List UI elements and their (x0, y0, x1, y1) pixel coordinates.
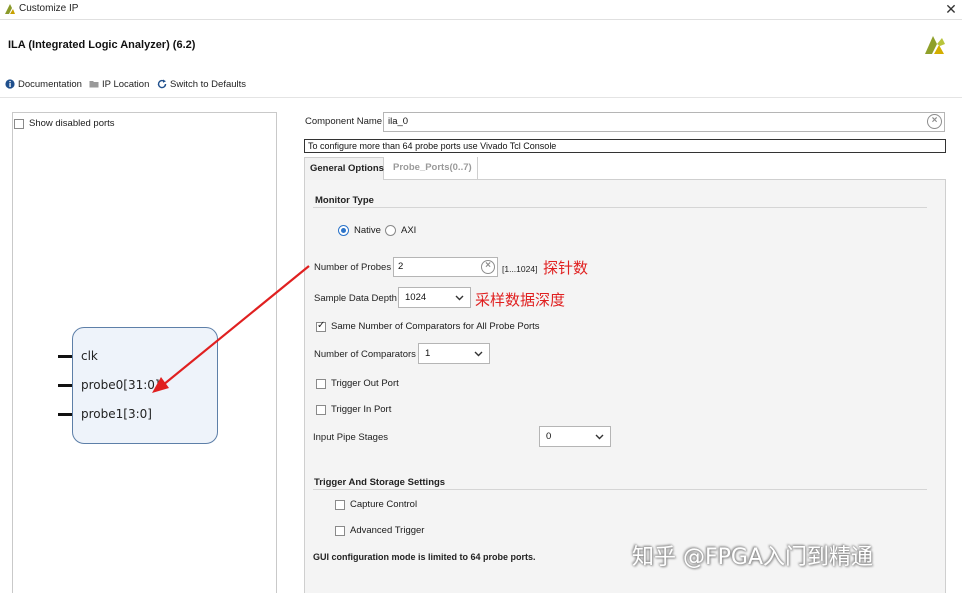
vivado-logo-icon (925, 36, 945, 54)
trigger-in-checkbox[interactable] (316, 404, 326, 415)
monitor-native-option[interactable]: Native (338, 225, 381, 236)
axi-label: AXI (401, 225, 417, 236)
ip-location-label: IP Location (102, 78, 150, 90)
input-pipe-value: 0 (546, 431, 552, 442)
num-comparators-label: Number of Comparators (314, 349, 416, 360)
watermark: 知乎 @FPGA入门到精通 (632, 545, 874, 570)
num-comparators-select[interactable]: 1 (418, 343, 490, 364)
clear-icon[interactable]: × (481, 260, 495, 274)
number-of-probes-label: Number of Probes (314, 262, 392, 273)
same-comparators-label: Same Number of Comparators for All Probe… (331, 321, 540, 332)
num-comparators-value: 1 (425, 348, 431, 359)
native-label: Native (354, 225, 381, 236)
monitor-type-title: Monitor Type (315, 195, 374, 206)
ip-title: ILA (Integrated Logic Analyzer) (6.2) (8, 39, 196, 51)
native-radio[interactable] (338, 225, 349, 236)
folder-icon (89, 81, 99, 88)
tab-probe-ports[interactable]: Probe_Ports(0..7) (388, 157, 478, 180)
depth-annotation: 采样数据深度 (475, 291, 566, 309)
input-pipe-label: Input Pipe Stages (313, 432, 388, 443)
pin-label-clk: clk (81, 349, 98, 363)
show-disabled-ports-checkbox[interactable] (14, 118, 24, 129)
refresh-icon (157, 79, 167, 89)
same-comparators-checkbox[interactable] (316, 320, 326, 332)
probes-range-hint: [1...1024] (502, 264, 538, 274)
switch-defaults-button[interactable]: Switch to Defaults (157, 77, 246, 91)
chevron-down-icon (474, 351, 483, 357)
trigger-in-label: Trigger In Port (331, 404, 392, 415)
close-button[interactable]: ✕ (942, 1, 960, 17)
same-comparators-option[interactable]: Same Number of Comparators for All Probe… (316, 320, 540, 332)
trigger-in-option[interactable]: Trigger In Port (316, 404, 391, 415)
tab-general-options[interactable]: General Options (304, 157, 384, 180)
section-divider (313, 207, 927, 208)
pin-stub (58, 413, 72, 416)
show-disabled-ports-option[interactable]: Show disabled ports (14, 118, 115, 129)
axi-radio[interactable] (385, 225, 396, 236)
advanced-trigger-label: Advanced Trigger (350, 525, 425, 536)
sample-depth-select[interactable]: 1024 (398, 287, 471, 308)
pin-label-probe0: probe0[31:0] (81, 378, 160, 392)
trigger-out-checkbox[interactable] (316, 378, 326, 389)
switch-defaults-label: Switch to Defaults (170, 78, 247, 90)
pin-label-probe1: probe1[3:0] (81, 407, 152, 421)
advanced-trigger-checkbox[interactable] (335, 525, 345, 536)
show-disabled-ports-label: Show disabled ports (29, 118, 115, 129)
component-name-label: Component Name (305, 116, 383, 127)
documentation-label: Documentation (18, 78, 82, 90)
capture-control-option[interactable]: Capture Control (335, 499, 417, 510)
section-divider (313, 489, 927, 490)
documentation-button[interactable]: Documentation (5, 77, 82, 91)
capture-control-label: Capture Control (350, 499, 418, 510)
input-pipe-select[interactable]: 0 (539, 426, 611, 447)
pin-stub (58, 355, 72, 358)
sample-depth-value: 1024 (405, 292, 427, 303)
vivado-app-icon (5, 4, 15, 14)
trigger-storage-title: Trigger And Storage Settings (314, 477, 446, 488)
chevron-down-icon (595, 434, 604, 440)
info-icon (5, 79, 15, 89)
chevron-down-icon (455, 295, 464, 301)
pin-stub (58, 384, 72, 387)
trigger-out-label: Trigger Out Port (331, 378, 399, 389)
window-title: Customize IP (19, 3, 79, 14)
ip-location-button[interactable]: IP Location (89, 77, 149, 91)
clear-icon[interactable]: × (927, 114, 942, 129)
monitor-axi-option[interactable]: AXI (385, 225, 416, 236)
title-bar (0, 0, 962, 18)
info-message: To configure more than 64 probe ports us… (304, 139, 946, 153)
gui-limit-note: GUI configuration mode is limited to 64 … (313, 552, 536, 562)
sample-depth-label: Sample Data Depth (314, 293, 397, 304)
capture-control-checkbox[interactable] (335, 499, 345, 510)
trigger-out-option[interactable]: Trigger Out Port (316, 378, 399, 389)
advanced-trigger-option[interactable]: Advanced Trigger (335, 525, 424, 536)
component-name-input[interactable]: ila_0 (383, 112, 945, 132)
probes-annotation: 探针数 (543, 259, 589, 277)
